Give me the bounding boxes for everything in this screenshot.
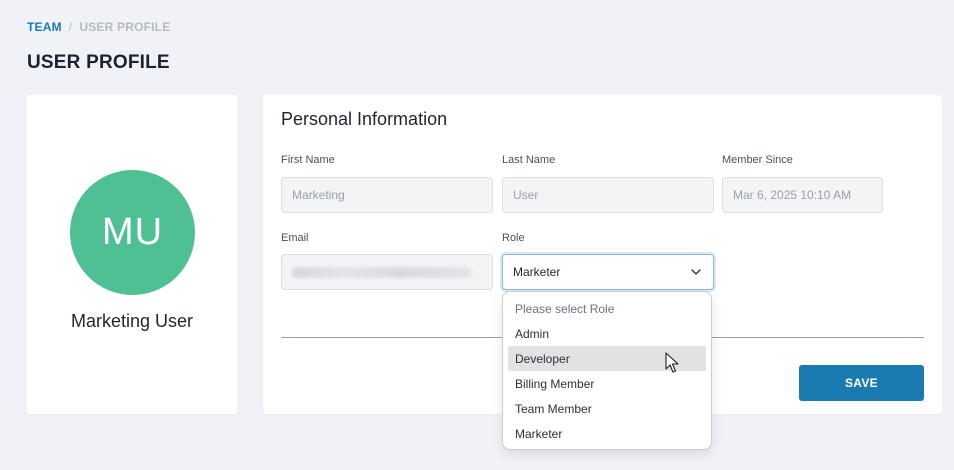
role-selected-value: Marketer	[513, 265, 561, 279]
chevron-down-icon	[691, 267, 701, 277]
section-title: Personal Information	[281, 109, 448, 129]
email-field[interactable]	[281, 254, 493, 290]
save-button[interactable]: SAVE	[799, 365, 924, 401]
role-label: Role	[502, 232, 525, 244]
role-select[interactable]: Marketer	[502, 254, 714, 290]
breadcrumb: TEAM / USER PROFILE	[27, 20, 170, 34]
breadcrumb-team-link[interactable]: TEAM	[27, 20, 62, 34]
page-title: USER PROFILE	[27, 52, 170, 73]
mouse-pointer-icon	[665, 352, 679, 374]
role-dropdown-menu: Please select Role Admin Developer Billi…	[502, 291, 712, 450]
member-since-label: Member Since	[722, 154, 793, 166]
profile-name: Marketing User	[70, 311, 194, 331]
last-name-label: Last Name	[502, 154, 556, 166]
last-name-field[interactable]: User	[502, 177, 714, 213]
role-option-team-member[interactable]: Team Member	[508, 396, 706, 421]
email-label: Email	[281, 232, 309, 244]
user-profile-page: TEAM / USER PROFILE USER PROFILE MU Mark…	[0, 0, 954, 470]
email-redacted-value	[292, 266, 472, 278]
role-option-marketer[interactable]: Marketer	[508, 421, 706, 446]
avatar: MU	[70, 170, 195, 295]
breadcrumb-separator: /	[68, 20, 73, 34]
role-option-billing-member[interactable]: Billing Member	[508, 371, 706, 396]
first-name-field[interactable]: Marketing	[281, 177, 493, 213]
profile-card: MU Marketing User	[27, 95, 237, 414]
role-option-admin[interactable]: Admin	[508, 321, 706, 346]
first-name-label: First Name	[281, 154, 335, 166]
member-since-field: Mar 6, 2025 10:10 AM	[722, 177, 883, 213]
role-option-placeholder[interactable]: Please select Role	[508, 296, 706, 321]
breadcrumb-current: USER PROFILE	[79, 20, 171, 34]
